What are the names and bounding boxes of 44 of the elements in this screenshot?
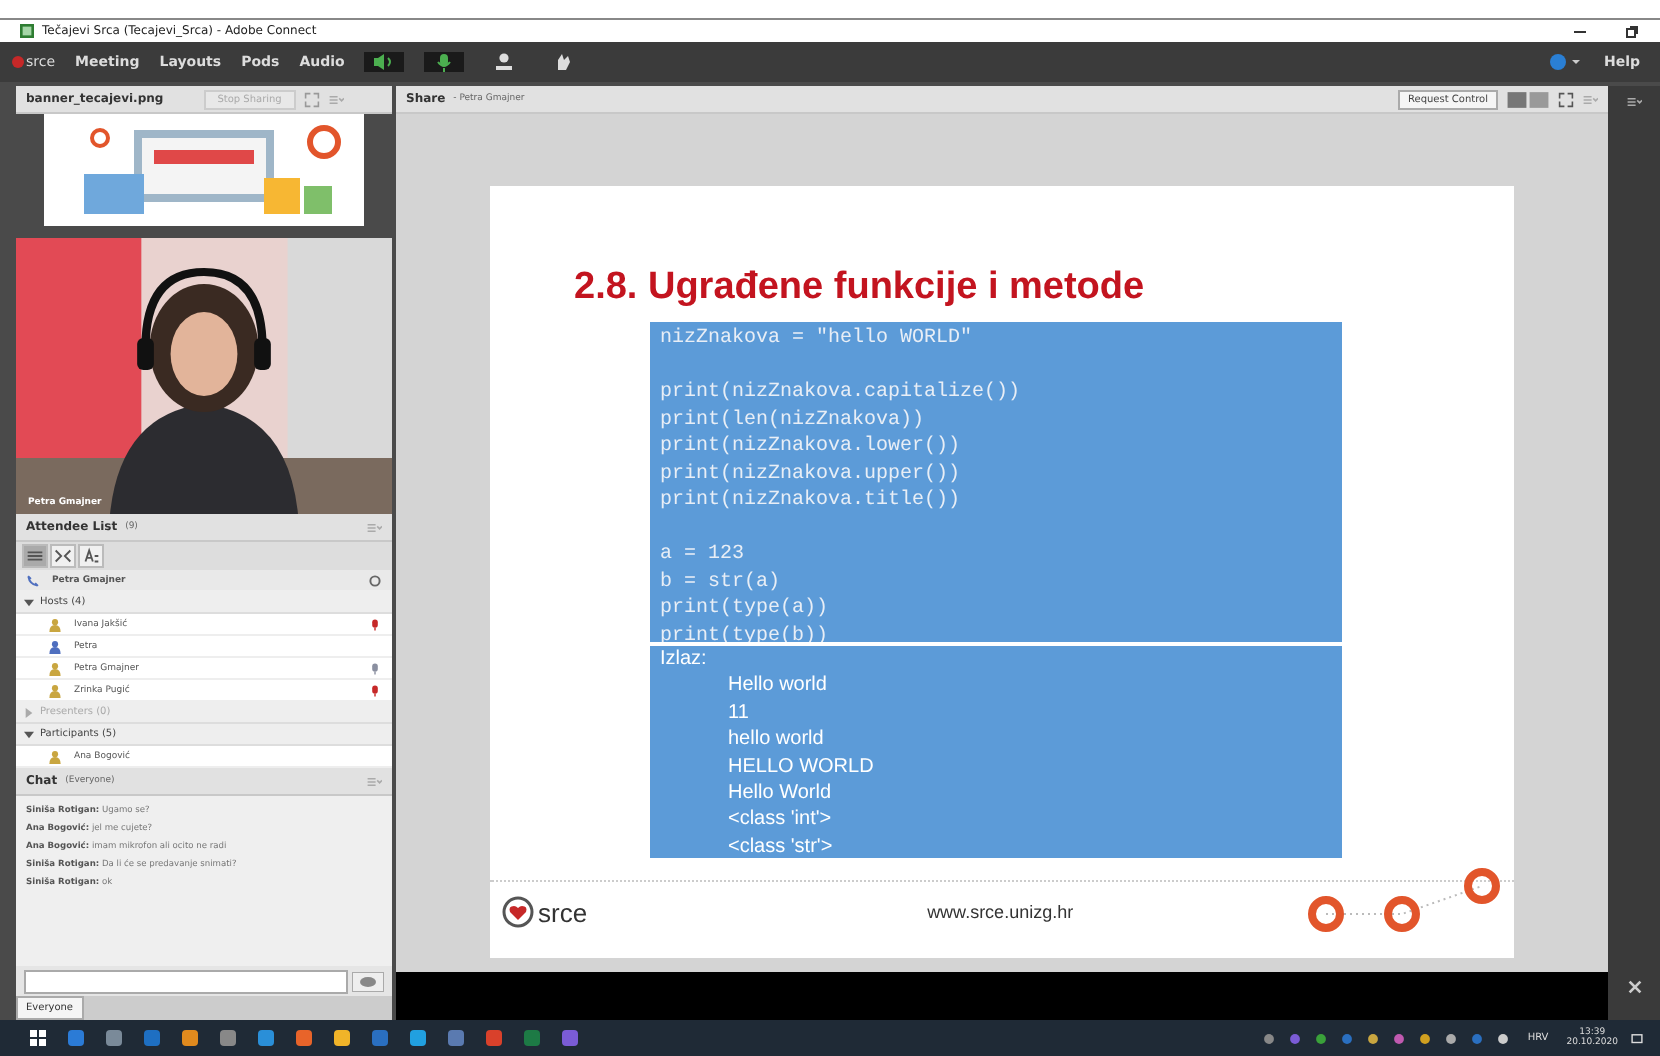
caret-icon	[24, 729, 34, 739]
microphone-icon	[368, 683, 382, 697]
pod-menu-icon[interactable]	[1626, 94, 1642, 110]
phone-icon	[26, 573, 40, 587]
breakout-icon[interactable]	[50, 544, 76, 568]
code-line: print(nizZnakova.lower())	[660, 434, 963, 461]
settings-icon[interactable]	[368, 573, 382, 587]
output-line: Hello world	[726, 672, 829, 700]
send-icon[interactable]	[352, 971, 384, 991]
microphone-icon	[368, 617, 382, 631]
heart-logo-icon	[502, 896, 534, 928]
code-line: print(nizZnakova.title())	[660, 488, 963, 515]
view-icon[interactable]	[1506, 89, 1550, 109]
slide-logo: srce	[538, 897, 588, 927]
output-line: <class 'int'>	[726, 806, 834, 834]
caret-icon	[24, 707, 34, 717]
output-label: Izlaz:	[660, 646, 709, 673]
close-icon[interactable]	[1625, 978, 1643, 996]
start-icon[interactable]	[28, 1028, 48, 1048]
output-line: hello world	[726, 726, 826, 754]
chat-input-field[interactable]	[24, 969, 348, 993]
code-line: print(nizZnakova.capitalize())	[660, 380, 1023, 407]
code-line: print(len(nizZnakova))	[660, 407, 927, 434]
speaker-icon[interactable]	[364, 52, 405, 72]
app-icon	[20, 24, 34, 38]
fullscreen-icon[interactable]	[1558, 91, 1574, 107]
slide-url: www.srce.unizg.hr	[927, 902, 1074, 922]
notification-icon[interactable]	[1630, 1031, 1644, 1045]
code-line: print(nizZnakova.upper())	[660, 461, 963, 488]
microphone-icon[interactable]	[424, 52, 465, 72]
output-line: 11	[726, 699, 751, 727]
code-line: b = str(a)	[660, 569, 783, 596]
output-line: <class 'str'>	[726, 833, 835, 858]
output-line: HELLO WORLD	[726, 753, 876, 781]
code-line: nizZnakova = "hello WORLD"	[660, 326, 975, 353]
code-line: a = 123	[660, 542, 747, 569]
output-line: Hello World	[726, 780, 833, 807]
list-view-icon[interactable]	[22, 544, 48, 568]
code-line: print(type(a))	[660, 596, 831, 623]
sort-icon[interactable]	[78, 544, 104, 568]
microphone-icon	[368, 661, 382, 675]
caret-icon	[24, 597, 34, 607]
restore-icon[interactable]	[1624, 23, 1640, 39]
slide-title: 2.8. Ugrađene funkcije i metode	[572, 266, 1147, 310]
